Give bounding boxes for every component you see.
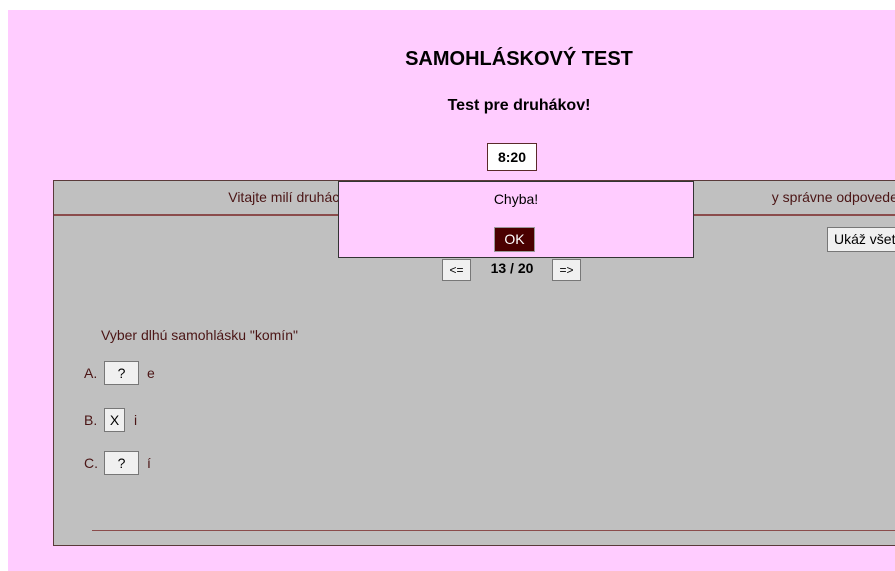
option-b-button[interactable]: X: [104, 408, 125, 432]
option-text: í: [147, 455, 151, 471]
option-a-button[interactable]: ?: [104, 361, 139, 385]
option-text: i: [134, 412, 138, 428]
option-c-button[interactable]: ?: [104, 451, 139, 475]
option-letter: A.: [84, 365, 98, 381]
prev-question-button[interactable]: <=: [442, 259, 471, 281]
error-dialog: Chyba! OK: [338, 181, 694, 258]
option-letter: B.: [84, 412, 98, 428]
question-text: Vyber dlhú samohlásku "komín": [101, 327, 298, 343]
next-question-button[interactable]: =>: [552, 259, 581, 281]
page-background: SAMOHLÁSKOVÝ TEST Test pre druhákov! 8:2…: [8, 10, 895, 571]
option-text: e: [147, 365, 155, 381]
page-title: SAMOHLÁSKOVÝ TEST: [405, 48, 633, 70]
show-all-button[interactable]: Ukáž všetk: [827, 227, 895, 252]
ok-button[interactable]: OK: [494, 227, 535, 252]
option-letter: C.: [84, 455, 98, 471]
timer-display: 8:20: [487, 143, 537, 171]
divider-bottom: [92, 530, 895, 531]
question-counter: 13 / 20: [490, 260, 534, 276]
page-subtitle: Test pre druhákov!: [447, 97, 591, 114]
dialog-message: Chyba!: [493, 191, 539, 207]
